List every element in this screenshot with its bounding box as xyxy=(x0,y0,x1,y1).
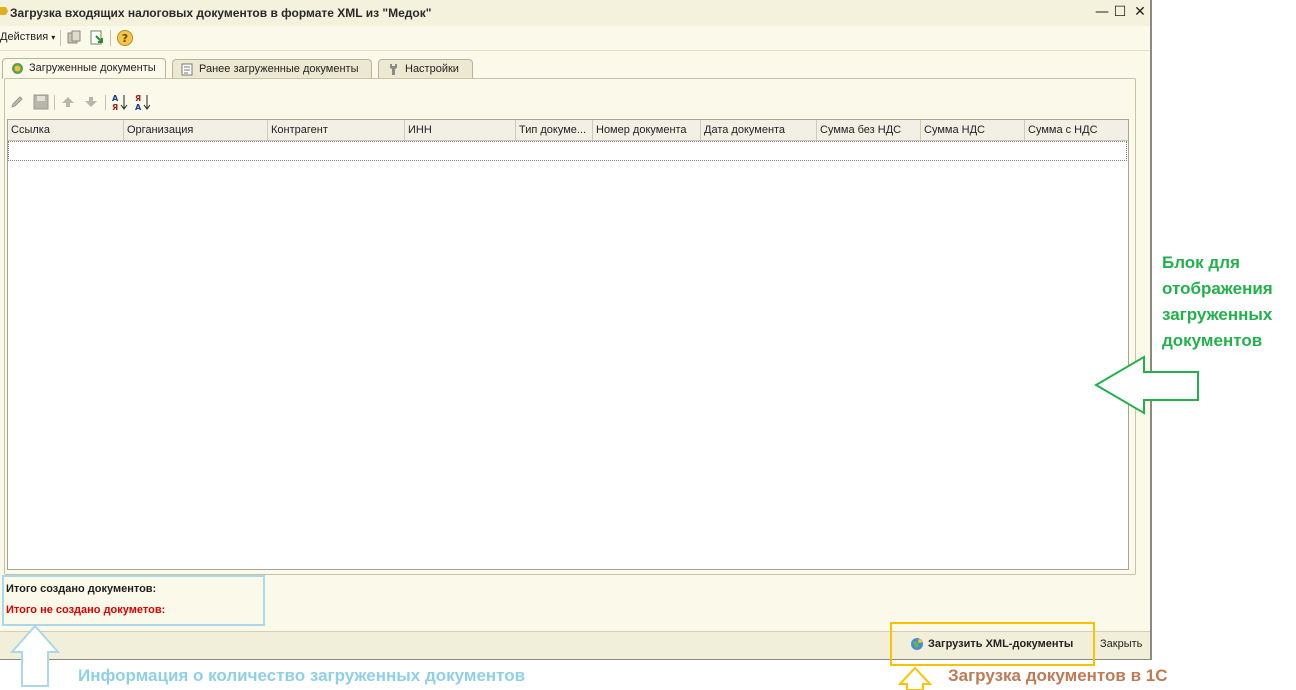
toolbar-separator xyxy=(110,30,111,46)
sort-desc-icon[interactable]: ЯA xyxy=(134,93,152,111)
app-window: Загрузка входящих налоговых документов в… xyxy=(0,0,1152,660)
actions-menu[interactable]: Действия ▾ xyxy=(0,31,55,43)
toolbar-separator xyxy=(105,95,106,110)
load-highlight-box xyxy=(890,622,1095,666)
chevron-down-icon: ▾ xyxy=(51,33,56,42)
maximize-button[interactable]: ☐ xyxy=(1112,4,1128,20)
column-header-doc-type[interactable]: Тип докуме... xyxy=(516,120,593,140)
title-bar: Загрузка входящих налоговых документов в… xyxy=(0,0,1150,27)
actions-menu-label: Действия xyxy=(0,31,49,43)
load-icon[interactable] xyxy=(89,30,105,46)
info-highlight-box xyxy=(2,575,265,626)
documents-table[interactable]: Ссылка Организация Контрагент ИНН Тип до… xyxy=(7,119,1129,570)
main-toolbar: Действия ▾ ? xyxy=(0,26,1150,51)
docs-list-icon xyxy=(181,63,193,76)
column-header-inn[interactable]: ИНН xyxy=(405,120,516,140)
table-row[interactable] xyxy=(8,141,1127,161)
tab-loaded-documents[interactable]: Загруженные документы xyxy=(2,58,166,79)
tab-settings[interactable]: Настройки xyxy=(378,59,473,78)
minimize-button[interactable]: — xyxy=(1094,4,1110,20)
svg-text:A: A xyxy=(135,103,142,111)
close-button[interactable]: Закрыть xyxy=(1100,634,1142,654)
svg-text:Я: Я xyxy=(112,103,118,111)
move-down-icon[interactable] xyxy=(84,95,98,109)
svg-text:Я: Я xyxy=(135,94,141,103)
tab-label: Настройки xyxy=(405,63,459,75)
sort-asc-icon[interactable]: AЯ xyxy=(111,93,129,111)
column-header-sum-without-vat[interactable]: Сумма без НДС xyxy=(817,120,921,140)
wrench-icon xyxy=(390,64,397,75)
svg-text:?: ? xyxy=(122,32,128,45)
help-icon[interactable]: ? xyxy=(116,29,134,47)
app-icon xyxy=(0,7,8,15)
move-up-icon[interactable] xyxy=(61,95,75,109)
tab-label: Ранее загруженные документы xyxy=(199,63,359,75)
column-header-doc-date[interactable]: Дата документа xyxy=(701,120,817,140)
column-header-doc-number[interactable]: Номер документа xyxy=(593,120,701,140)
toolbar-separator xyxy=(60,30,61,46)
tab-previously-loaded[interactable]: Ранее загруженные документы xyxy=(172,59,372,78)
window-title: Загрузка входящих налоговых документов в… xyxy=(10,6,432,20)
close-window-button[interactable]: ✕ xyxy=(1132,4,1148,20)
svg-text:A: A xyxy=(112,94,119,103)
tab-label: Загруженные документы xyxy=(29,62,156,74)
column-header-organization[interactable]: Организация xyxy=(124,120,268,140)
save-icon[interactable] xyxy=(33,94,49,110)
load-docs-icon xyxy=(12,63,23,74)
edit-icon[interactable] xyxy=(10,95,24,109)
copy-icon[interactable] xyxy=(66,30,82,46)
up-arrow-icon xyxy=(10,624,60,687)
block-annotation: Блок для отображения загруженных докумен… xyxy=(1162,253,1273,350)
left-arrow-icon xyxy=(1094,355,1199,415)
column-header-sum-with-vat[interactable]: Сумма с НДС xyxy=(1025,120,1128,140)
toolbar-separator xyxy=(54,95,55,110)
column-header-counterparty[interactable]: Контрагент xyxy=(268,120,405,140)
column-header-link[interactable]: Ссылка xyxy=(8,120,124,140)
up-arrow-icon xyxy=(898,666,932,690)
load-annotation: Загрузка документов в 1С xyxy=(948,666,1168,685)
column-header-vat-sum[interactable]: Сумма НДС xyxy=(921,120,1025,140)
table-header: Ссылка Организация Контрагент ИНН Тип до… xyxy=(8,120,1128,141)
info-annotation: Информация о количество загруженных доку… xyxy=(78,666,526,685)
